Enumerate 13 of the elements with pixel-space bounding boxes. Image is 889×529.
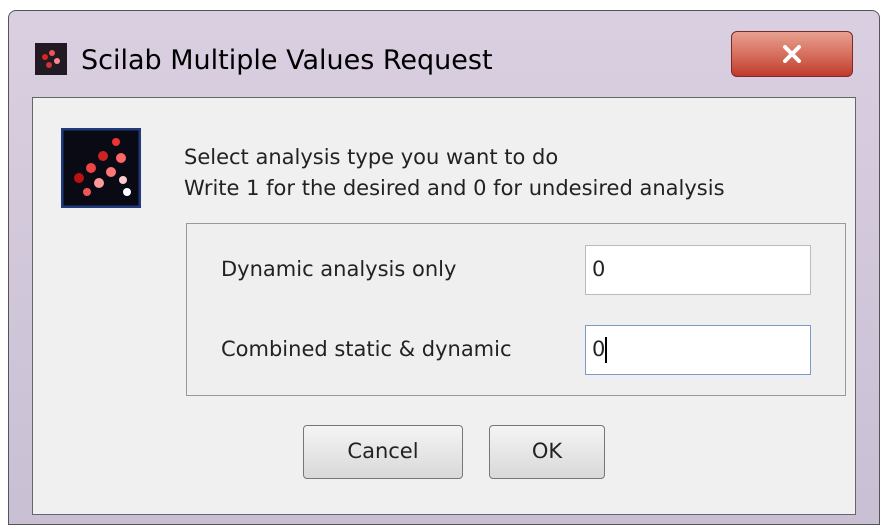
input-field[interactable]: 0	[585, 324, 811, 374]
field-label: Dynamic analysis only	[221, 256, 456, 283]
close-icon	[782, 45, 802, 63]
input-field[interactable]: 0	[585, 244, 811, 294]
app-icon	[35, 43, 67, 75]
window-title: Scilab Multiple Values Request	[81, 44, 493, 78]
field-label: Combined static & dynamic	[221, 336, 512, 363]
cancel-button[interactable]: Cancel	[303, 425, 463, 479]
instruction-text: Select analysis type you want to do	[184, 144, 560, 171]
ok-button[interactable]: OK	[489, 425, 605, 479]
scilab-icon	[61, 128, 141, 208]
instruction-text: Write 1 for the desired and 0 for undesired analysis	[184, 175, 725, 202]
close-button[interactable]	[731, 31, 853, 77]
